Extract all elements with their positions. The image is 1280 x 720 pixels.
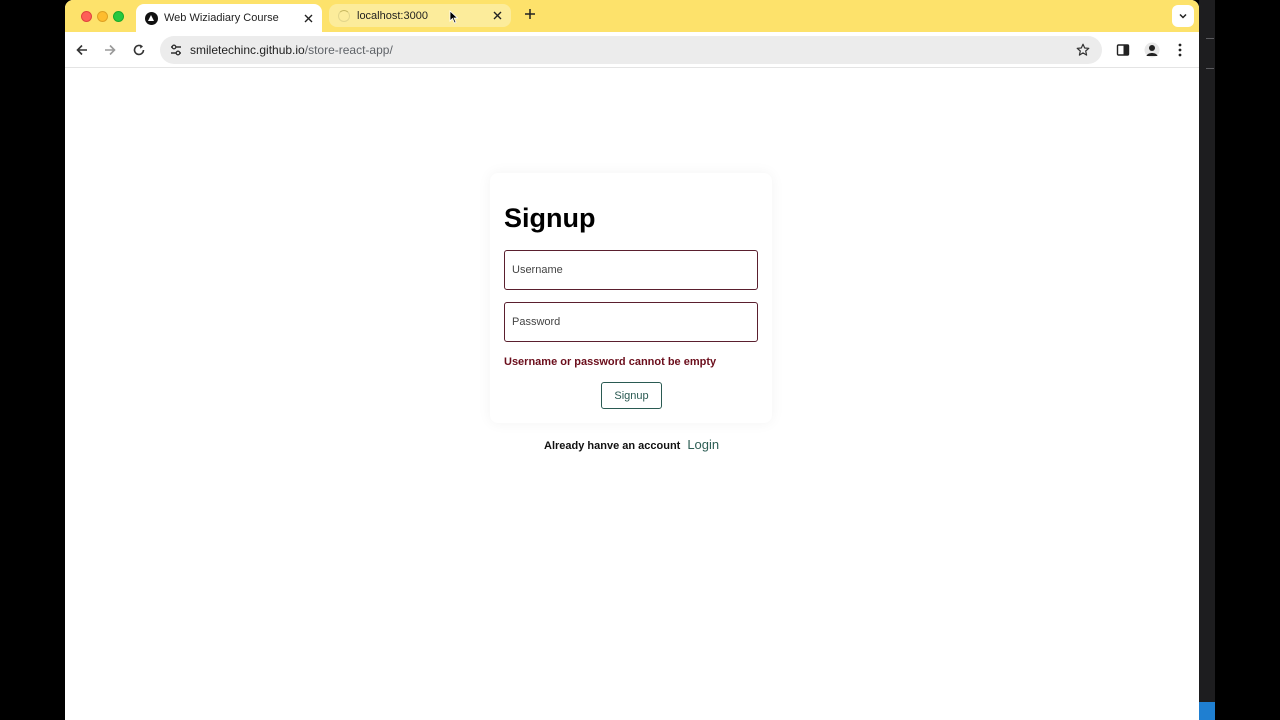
side-panel-button[interactable] [1114, 41, 1132, 59]
address-bar[interactable]: smiletechinc.github.io/store-react-app/ [160, 36, 1102, 64]
error-message: Username or password cannot be empty [504, 356, 717, 368]
back-button[interactable] [72, 40, 92, 60]
kebab-menu-icon [1178, 43, 1182, 57]
login-prompt: Already hanve an account Login [544, 437, 719, 452]
url-host: smiletechinc.github.io [190, 43, 305, 57]
tab-strip: Web Wiziadiary Course localhost:3000 [65, 0, 1199, 32]
arrow-left-icon [76, 44, 87, 56]
account-prompt-text: Already hanve an account [544, 440, 681, 452]
forward-button[interactable] [100, 40, 120, 60]
mouse-cursor-icon [449, 10, 459, 24]
browser-menu-button[interactable] [1171, 41, 1189, 59]
window-edge-mark [1206, 68, 1214, 69]
page-title: Signup [504, 203, 596, 233]
tab-search-button[interactable] [1172, 5, 1194, 27]
signup-button[interactable]: Signup [601, 382, 662, 409]
reload-button[interactable] [129, 40, 149, 60]
profile-button[interactable] [1143, 41, 1161, 59]
tab-title: localhost:3000 [357, 9, 428, 22]
close-tab-icon[interactable] [300, 10, 316, 26]
close-window-button[interactable] [81, 11, 92, 22]
tab-web-wiziadiary-course[interactable]: Web Wiziadiary Course [136, 4, 322, 32]
close-tab-icon[interactable] [489, 8, 505, 24]
signup-card: Signup Username or password cannot be em… [490, 173, 772, 423]
zoom-window-button[interactable] [113, 11, 124, 22]
side-panel-icon [1116, 44, 1130, 56]
loading-spinner-icon [337, 9, 351, 23]
background-window-edge [1199, 0, 1215, 720]
page-content: Signup Username or password cannot be em… [65, 69, 1199, 720]
arrow-right-icon [105, 44, 116, 56]
url-path: /store-react-app/ [304, 43, 393, 57]
tab-title: Web Wiziadiary Course [164, 12, 279, 24]
password-input[interactable] [504, 302, 758, 342]
bookmark-star-icon[interactable] [1074, 41, 1092, 59]
minimize-window-button[interactable] [97, 11, 108, 22]
new-tab-button[interactable] [521, 7, 539, 25]
avatar-icon [1144, 42, 1160, 58]
window-edge-mark [1206, 38, 1214, 39]
site-settings-icon[interactable] [166, 40, 186, 60]
browser-window: Web Wiziadiary Course localhost:3000 smi… [65, 0, 1199, 720]
reload-icon [133, 44, 145, 56]
login-link[interactable]: Login [687, 437, 719, 452]
chevron-down-icon [1179, 13, 1187, 19]
browser-toolbar: smiletechinc.github.io/store-react-app/ [65, 32, 1199, 68]
tab-localhost[interactable]: localhost:3000 [329, 4, 511, 27]
username-input[interactable] [504, 250, 758, 290]
triangle-logo-icon [144, 11, 158, 25]
url-text: smiletechinc.github.io/store-react-app/ [190, 43, 393, 57]
plus-icon [525, 9, 535, 19]
